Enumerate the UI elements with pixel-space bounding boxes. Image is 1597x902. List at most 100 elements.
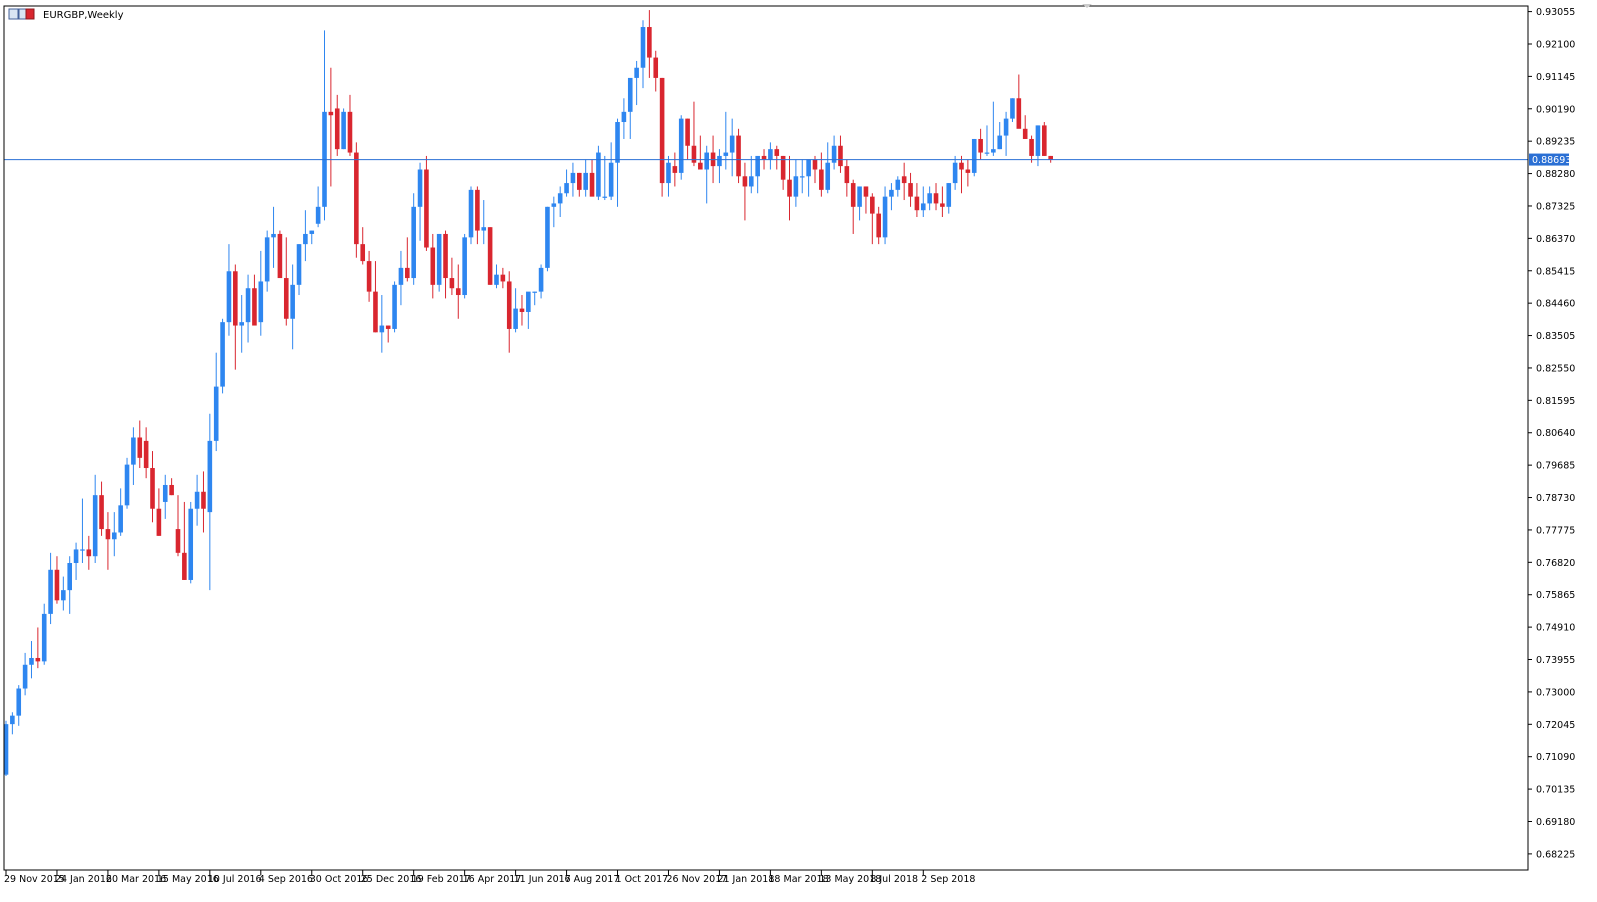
x-tick-label: 16 Apr 2017: [463, 874, 522, 885]
candle-body: [513, 308, 518, 329]
candle-body: [812, 159, 818, 170]
candle[interactable]: [277, 230, 283, 279]
candle-body: [143, 440, 149, 469]
candle-body: [850, 183, 856, 207]
candle-body: [685, 118, 690, 146]
y-tick-label: 0.87325: [1536, 201, 1575, 212]
candle[interactable]: [468, 186, 474, 245]
candle-body: [118, 505, 123, 533]
candle-body: [627, 77, 633, 112]
candle-body: [564, 183, 569, 194]
candle-body: [468, 189, 474, 238]
candle-body: [997, 135, 1003, 150]
price-chart[interactable]: EURGBP,Weekly 0.93055 0.92100 0.91145 0.901…: [0, 0, 1597, 902]
y-tick-label: 0.77775: [1536, 525, 1575, 536]
x-tick-label: 11 Jun 2017: [514, 874, 571, 885]
candle-body: [169, 484, 174, 496]
candle-body: [373, 291, 378, 333]
candle-body: [1022, 128, 1028, 139]
candle-body: [309, 230, 315, 234]
candle-body: [131, 437, 136, 465]
candle-body: [819, 169, 824, 190]
candle-body: [793, 176, 799, 197]
candle[interactable]: [436, 233, 442, 292]
candle-body: [86, 549, 92, 557]
candle-body: [347, 111, 353, 153]
candle-body: [137, 437, 143, 458]
candle[interactable]: [736, 128, 741, 184]
candle[interactable]: [1010, 98, 1015, 123]
candle-body: [455, 288, 461, 296]
x-tick-label: 4 Sep 2016: [259, 874, 313, 885]
y-tick-label: 0.90190: [1536, 104, 1575, 115]
y-tick-label: 0.79685: [1536, 461, 1575, 472]
price-line-label: 0.88693: [1532, 155, 1571, 166]
candle-body: [723, 152, 729, 156]
candle-body: [487, 227, 493, 285]
candle-body: [768, 149, 773, 160]
candle-body: [182, 552, 187, 580]
candle-body: [475, 189, 480, 231]
y-tick-label: 0.78730: [1536, 493, 1575, 504]
candle-body: [698, 162, 703, 170]
candle[interactable]: [971, 138, 977, 177]
candle[interactable]: [545, 206, 550, 272]
candle-body: [755, 155, 760, 177]
candle[interactable]: [188, 501, 194, 584]
candle-body: [647, 27, 652, 58]
candle[interactable]: [424, 155, 429, 251]
candle-body: [22, 664, 28, 689]
candle[interactable]: [678, 115, 684, 180]
y-tick-label: 0.88280: [1536, 169, 1575, 180]
candle-body: [717, 155, 722, 167]
candle-body: [150, 468, 155, 509]
candle-body: [379, 325, 385, 333]
candle[interactable]: [411, 193, 416, 285]
candle-body: [92, 495, 98, 557]
candle-body: [443, 233, 448, 279]
x-tick-label: 10 Jul 2016: [208, 874, 262, 885]
candle[interactable]: [659, 77, 665, 197]
candle-body: [920, 203, 926, 211]
candle-body: [207, 440, 213, 513]
candle-body: [277, 233, 283, 279]
candle[interactable]: [1042, 122, 1047, 156]
candle-body: [838, 145, 843, 167]
candle-body: [742, 176, 748, 187]
y-tick-label: 0.74910: [1536, 623, 1575, 634]
candle-body: [245, 288, 251, 323]
candle-body: [354, 152, 359, 245]
candle-body: [736, 135, 741, 177]
candle-body: [640, 27, 646, 68]
candle-body: [895, 179, 901, 190]
y-tick-label: 0.75865: [1536, 590, 1575, 601]
candle-body: [341, 111, 346, 150]
candle[interactable]: [124, 457, 130, 509]
candle-body: [545, 206, 550, 268]
candle-body: [799, 176, 805, 178]
candle-body: [220, 322, 225, 387]
candle[interactable]: [220, 318, 225, 394]
y-tick-label: 0.73955: [1536, 655, 1575, 666]
candle-body: [283, 278, 289, 319]
candle-body: [1042, 125, 1047, 156]
candle-body: [481, 227, 487, 231]
candle-body: [959, 162, 964, 170]
candle-body: [398, 267, 404, 285]
y-tick-label: 0.69180: [1536, 817, 1575, 828]
candle-body: [258, 281, 264, 323]
y-tick-label: 0.81595: [1536, 396, 1575, 407]
y-tick-label: 0.89235: [1536, 137, 1575, 148]
candle[interactable]: [487, 227, 493, 285]
candle-body: [889, 189, 894, 197]
candle-body: [978, 138, 983, 153]
candle-body: [729, 135, 735, 153]
y-tick-label: 0.92100: [1536, 39, 1575, 50]
candle-body: [175, 529, 181, 553]
candle-body: [111, 532, 117, 540]
y-tick-label: 0.73000: [1536, 687, 1575, 698]
candle[interactable]: [392, 281, 397, 333]
candle[interactable]: [341, 108, 346, 150]
candle[interactable]: [596, 145, 601, 201]
candle[interactable]: [462, 233, 467, 299]
